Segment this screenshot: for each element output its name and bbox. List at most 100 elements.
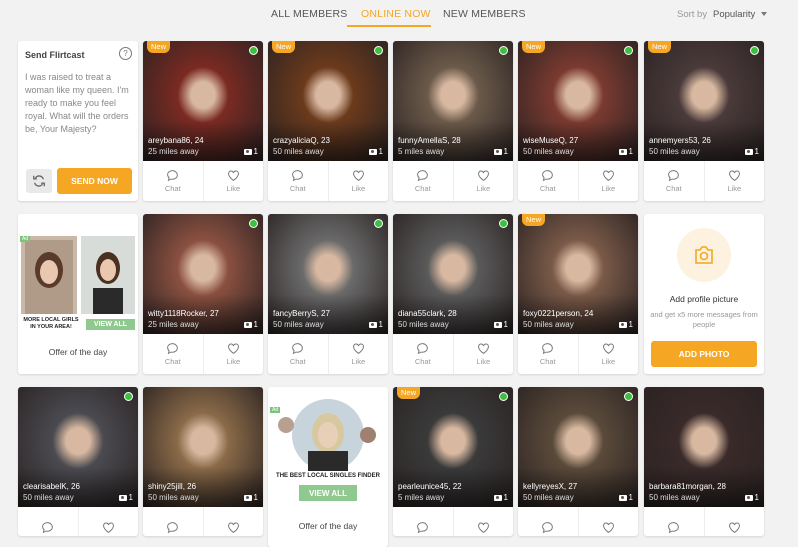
- photo-count: 1: [618, 147, 633, 156]
- member-name[interactable]: diana55clark, 28: [398, 309, 457, 318]
- heart-icon: [227, 522, 239, 533]
- like-button[interactable]: Like: [577, 334, 639, 374]
- member-name[interactable]: shiny25jill, 26: [148, 482, 196, 491]
- member-card[interactable]: clearisabelK, 26 50 miles away 1 ChatLike: [18, 387, 138, 536]
- refresh-button[interactable]: [26, 169, 52, 193]
- new-badge: New: [522, 214, 546, 226]
- member-name[interactable]: foxy0221person, 24: [523, 309, 593, 318]
- member-card[interactable]: New areybana86, 24 25 miles away 1 Chat Like: [143, 41, 263, 201]
- member-name[interactable]: kellyreyesX, 27: [523, 482, 577, 491]
- like-button[interactable]: Like: [77, 507, 139, 536]
- offer-ad-image: [278, 399, 376, 471]
- send-now-button[interactable]: SEND NOW: [57, 168, 132, 194]
- member-name[interactable]: pearleunice45, 22: [398, 482, 462, 491]
- offer-card[interactable]: Ad MORE LOCAL GIRLS IN YOUR AREA! VIEW A…: [18, 214, 138, 374]
- member-name[interactable]: crazyaliciaQ, 23: [273, 136, 330, 145]
- member-distance: 25 miles away: [148, 147, 199, 156]
- chat-button[interactable]: Chat: [518, 507, 578, 536]
- member-card[interactable]: witty1118Rocker, 27 25 miles away 1 Chat Lik…: [143, 214, 263, 374]
- chat-button[interactable]: Chat: [268, 334, 328, 374]
- member-name[interactable]: clearisabelK, 26: [23, 482, 80, 491]
- offer-label: Offer of the day: [48, 347, 108, 357]
- like-button[interactable]: Like: [452, 161, 514, 201]
- chat-label: Chat: [289, 357, 306, 366]
- like-button[interactable]: Like: [327, 334, 389, 374]
- like-label: Like: [351, 184, 366, 193]
- like-button[interactable]: Like: [577, 161, 639, 201]
- caret-down-icon[interactable]: [761, 12, 767, 16]
- camera-icon: [618, 321, 627, 328]
- member-actions: ChatLike: [143, 334, 263, 374]
- offer-card[interactable]: Ad THE BEST LOCAL SINGLES FINDER VIEW AL…: [268, 387, 388, 547]
- chat-icon: [668, 170, 680, 182]
- member-card[interactable]: New pearleunice45, 22 5 miles away 1 ChatLik…: [393, 387, 513, 536]
- photo-count: 1: [243, 320, 258, 329]
- chat-button[interactable]: Chat: [644, 507, 704, 536]
- member-card[interactable]: New wiseMuseQ, 27 50 miles away 1 Chat Like: [518, 41, 638, 201]
- chat-button[interactable]: Chat: [644, 161, 704, 201]
- chat-button[interactable]: Chat: [18, 507, 78, 536]
- member-name[interactable]: fancyBerryS, 27: [273, 309, 330, 318]
- chat-button[interactable]: Chat: [393, 507, 453, 536]
- chat-button[interactable]: Chat: [143, 334, 203, 374]
- online-indicator: [499, 392, 508, 401]
- member-distance: 50 miles away: [649, 147, 700, 156]
- like-button[interactable]: Like: [703, 507, 765, 536]
- member-distance: 5 miles away: [398, 147, 445, 156]
- chat-button[interactable]: Chat: [393, 161, 453, 201]
- flirtcast-message: I was raised to treat a woman like my qu…: [25, 72, 129, 134]
- member-card[interactable]: funnyAmellaS, 28 5 miles away 1 Chat Like: [393, 41, 513, 201]
- like-button[interactable]: Like: [202, 161, 264, 201]
- member-actions: ChatLike: [518, 507, 638, 536]
- member-card[interactable]: New crazyaliciaQ, 23 50 miles away 1 Chat Lik…: [268, 41, 388, 201]
- tab-new-members[interactable]: NEW MEMBERS: [443, 8, 526, 20]
- add-photo-button[interactable]: ADD PHOTO: [651, 341, 757, 367]
- member-name[interactable]: areybana86, 24: [148, 136, 204, 145]
- tab-all-members[interactable]: ALL MEMBERS: [271, 8, 348, 20]
- like-button[interactable]: Like: [452, 507, 514, 536]
- help-icon[interactable]: ?: [119, 47, 132, 60]
- member-card[interactable]: shiny25jill, 26 50 miles away 1 ChatLike: [143, 387, 263, 536]
- online-indicator: [624, 46, 633, 55]
- like-label: Like: [351, 357, 366, 366]
- member-card[interactable]: barbara81morgan, 28 50 miles away 1 ChatLik…: [644, 387, 764, 536]
- online-indicator: [249, 46, 258, 55]
- chat-icon: [417, 521, 429, 533]
- camera-icon: [618, 148, 627, 155]
- like-button[interactable]: Like: [202, 334, 264, 374]
- member-card[interactable]: New foxy0221person, 24 50 miles away 1 Chat L…: [518, 214, 638, 374]
- member-card[interactable]: kellyreyesX, 27 50 miles away 1 ChatLike: [518, 387, 638, 536]
- chat-button[interactable]: Chat: [143, 507, 203, 536]
- member-card[interactable]: fancyBerryS, 27 50 miles away 1 Chat Like: [268, 214, 388, 374]
- offer-headline: THE BEST LOCAL SINGLES FINDER: [276, 473, 380, 479]
- chat-button[interactable]: Chat: [393, 334, 453, 374]
- chat-button[interactable]: Chat: [143, 161, 203, 201]
- chat-button[interactable]: Chat: [518, 161, 578, 201]
- member-distance: 5 miles away: [398, 493, 445, 502]
- camera-icon[interactable]: [677, 228, 731, 282]
- tab-online-now[interactable]: ONLINE NOW: [361, 8, 431, 20]
- add-photo-card: Add profile picture and get x5 more mess…: [644, 214, 764, 374]
- like-button[interactable]: Like: [327, 161, 389, 201]
- like-button[interactable]: Like: [577, 507, 639, 536]
- chat-button[interactable]: Chat: [518, 334, 578, 374]
- member-name[interactable]: barbara81morgan, 28: [649, 482, 726, 491]
- sort-dropdown[interactable]: Popularity: [713, 9, 755, 20]
- member-name[interactable]: wiseMuseQ, 27: [523, 136, 578, 145]
- camera-icon: [493, 494, 502, 501]
- member-name[interactable]: annemyers53, 26: [649, 136, 711, 145]
- offer-view-all-button[interactable]: VIEW ALL: [86, 319, 135, 330]
- offer-view-all-button[interactable]: VIEW ALL: [299, 485, 357, 501]
- online-indicator: [249, 219, 258, 228]
- heart-icon: [352, 170, 364, 181]
- chat-button[interactable]: Chat: [268, 161, 328, 201]
- member-card[interactable]: New annemyers53, 26 50 miles away 1 Chat Like: [644, 41, 764, 201]
- like-button[interactable]: Like: [452, 334, 514, 374]
- like-button[interactable]: Like: [202, 507, 264, 536]
- like-button[interactable]: Like: [703, 161, 765, 201]
- chat-icon: [167, 170, 179, 182]
- member-name[interactable]: witty1118Rocker, 27: [148, 309, 219, 318]
- member-card[interactable]: diana55clark, 28 50 miles away 1 Chat Like: [393, 214, 513, 374]
- member-name[interactable]: funnyAmellaS, 28: [398, 136, 461, 145]
- online-indicator: [750, 46, 759, 55]
